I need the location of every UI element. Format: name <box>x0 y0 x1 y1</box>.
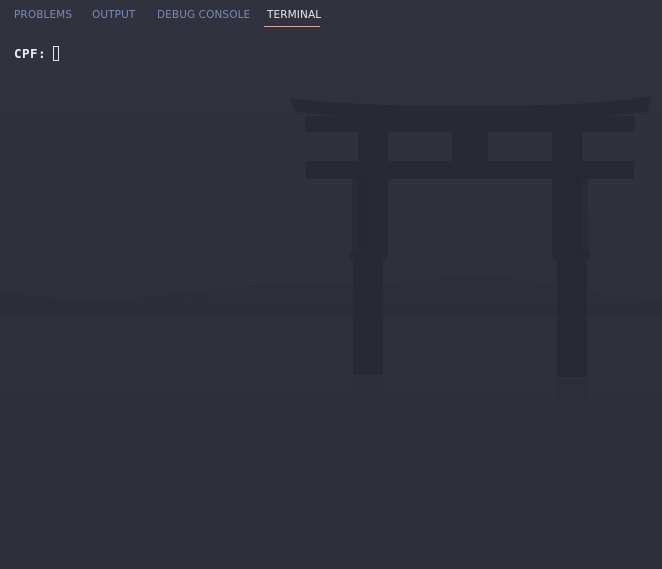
panel-tab-bar: PROBLEMS OUTPUT DEBUG CONSOLE TERMINAL <box>0 0 662 30</box>
torii-gate-in-mist-icon <box>0 96 662 509</box>
terminal-prompt: CPF: <box>14 45 47 61</box>
active-tab-indicator <box>264 26 320 27</box>
tab-output[interactable]: OUTPUT <box>92 9 135 22</box>
tab-debug-console[interactable]: DEBUG CONSOLE <box>157 9 250 22</box>
terminal-line[interactable]: CPF: <box>14 44 60 62</box>
tab-terminal[interactable]: TERMINAL <box>267 9 321 22</box>
terminal-panel: PROBLEMS OUTPUT DEBUG CONSOLE TERMINAL C… <box>0 0 662 569</box>
terminal-cursor[interactable] <box>53 45 60 61</box>
tab-problems[interactable]: PROBLEMS <box>14 9 72 22</box>
